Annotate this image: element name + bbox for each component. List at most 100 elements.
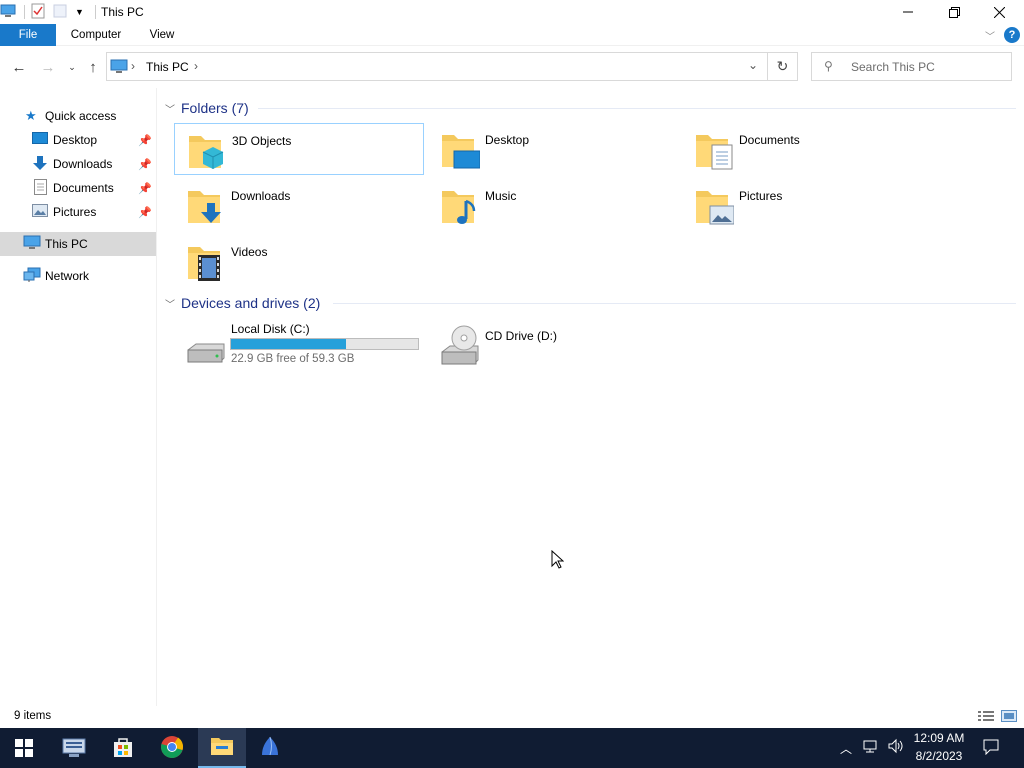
search-icon: ⚲ bbox=[824, 59, 833, 73]
title-bar: ▼ This PC bbox=[0, 0, 1024, 24]
drive-name: CD Drive (D:) bbox=[485, 329, 557, 343]
chrome-icon bbox=[160, 735, 184, 762]
breadcrumb-this-pc[interactable]: This PC bbox=[146, 60, 189, 74]
taskbar-file-explorer[interactable] bbox=[198, 728, 246, 768]
network-icon bbox=[23, 267, 41, 286]
folder-name: Videos bbox=[231, 245, 268, 259]
server-manager-icon bbox=[61, 735, 87, 762]
sidebar-item-label: Quick access bbox=[45, 109, 117, 123]
folder-tile-3d-objects[interactable]: 3D Objects bbox=[174, 123, 424, 175]
drive-usage-bar bbox=[230, 338, 419, 350]
back-arrow-icon[interactable]: ← bbox=[10, 58, 28, 76]
forward-arrow-icon[interactable]: → bbox=[39, 58, 57, 76]
quick-access-toolbar: ▼ bbox=[0, 3, 102, 21]
folder-name: Desktop bbox=[485, 133, 530, 147]
refresh-button[interactable]: ↻ bbox=[768, 52, 798, 81]
sidebar-item-label: Desktop bbox=[53, 133, 98, 147]
pane-divider[interactable] bbox=[156, 88, 157, 706]
sidebar-item-network[interactable]: Network bbox=[0, 264, 156, 288]
folder-tile-documents[interactable]: Documents bbox=[682, 123, 932, 175]
drive-tile-cd-drive-d[interactable]: CD Drive (D:) bbox=[428, 318, 678, 370]
action-center-icon[interactable] bbox=[983, 739, 999, 758]
breadcrumb-chevron-icon[interactable]: › bbox=[194, 59, 198, 73]
chevron-down-icon: ﹀ bbox=[165, 299, 175, 311]
show-hidden-icons-chevron-icon[interactable]: ︿ bbox=[840, 740, 852, 757]
tab-view[interactable]: View bbox=[140, 24, 184, 46]
chevron-down-icon: ﹀ bbox=[165, 104, 175, 116]
drives-group-header[interactable]: ﹀ Devices and drives (2) bbox=[165, 293, 320, 313]
app-icon bbox=[258, 735, 282, 762]
folder-tile-pictures[interactable]: Pictures bbox=[682, 179, 932, 231]
customize-toolbar-icon[interactable]: ▼ bbox=[75, 7, 89, 17]
status-bar: 9 items bbox=[0, 706, 1024, 728]
folder-tile-music[interactable]: Music bbox=[428, 179, 678, 231]
separator bbox=[95, 5, 96, 19]
address-history-dropdown-icon[interactable]: ⌄ bbox=[748, 58, 758, 72]
drive-usage-fill bbox=[231, 339, 346, 349]
item-count: 9 items bbox=[14, 710, 52, 722]
star-icon: ★ bbox=[25, 108, 37, 123]
address-bar[interactable]: › This PC › ⌄ bbox=[106, 52, 768, 81]
windows-logo-icon bbox=[15, 739, 33, 757]
tab-file[interactable]: File bbox=[0, 24, 56, 46]
clock-date[interactable]: 8/2/2023 bbox=[905, 749, 973, 763]
folder-tile-videos[interactable]: Videos bbox=[174, 235, 424, 287]
expand-ribbon-icon[interactable]: ﹀ bbox=[985, 28, 995, 43]
up-arrow-icon[interactable]: ↑ bbox=[84, 58, 102, 76]
large-icons-view-icon[interactable] bbox=[1001, 710, 1017, 725]
folder-name: 3D Objects bbox=[232, 134, 292, 148]
search-box[interactable]: ⚲ Search This PC bbox=[811, 52, 1012, 81]
hard-drive-icon bbox=[182, 324, 226, 368]
computer-icon bbox=[23, 235, 41, 253]
restore-button[interactable] bbox=[931, 0, 977, 24]
store-icon bbox=[111, 735, 135, 762]
sidebar-item-label: Downloads bbox=[53, 157, 113, 171]
drive-name: Local Disk (C:) bbox=[231, 322, 310, 336]
taskbar-store[interactable] bbox=[99, 728, 147, 768]
details-view-icon[interactable] bbox=[978, 710, 994, 725]
folder-tile-desktop[interactable]: Desktop bbox=[428, 123, 678, 175]
minimize-button[interactable] bbox=[885, 0, 931, 24]
taskbar: ︿ bbox=[0, 728, 1024, 768]
taskbar-chrome[interactable] bbox=[148, 728, 196, 768]
divider bbox=[258, 108, 1016, 109]
pin-icon: 📌 bbox=[138, 134, 152, 147]
tab-computer[interactable]: Computer bbox=[62, 24, 130, 46]
pictures-icon bbox=[32, 204, 48, 220]
sidebar-item-pictures[interactable]: Pictures 📌 bbox=[0, 200, 156, 224]
sidebar-item-desktop[interactable]: Desktop 📌 bbox=[0, 128, 156, 152]
sidebar-item-documents[interactable]: Documents 📌 bbox=[0, 176, 156, 200]
document-icon bbox=[34, 178, 47, 198]
separator bbox=[24, 5, 25, 19]
sidebar-item-this-pc[interactable]: This PC bbox=[0, 232, 156, 256]
pictures-folder-icon bbox=[690, 183, 735, 227]
taskbar-app[interactable] bbox=[246, 728, 294, 768]
taskbar-server-manager[interactable] bbox=[50, 728, 98, 768]
drive-free-space: 22.9 GB free of 59.3 GB bbox=[231, 353, 355, 365]
folder-tile-downloads[interactable]: Downloads bbox=[174, 179, 424, 231]
sidebar-item-label: Network bbox=[45, 269, 90, 283]
drive-tile-local-disk-c[interactable]: Local Disk (C:) 22.9 GB free of 59.3 GB bbox=[174, 318, 424, 370]
mouse-cursor-icon bbox=[551, 549, 565, 573]
start-button[interactable] bbox=[0, 728, 48, 768]
computer-icon[interactable] bbox=[0, 4, 18, 21]
sidebar-item-label: Pictures bbox=[53, 205, 97, 219]
computer-icon bbox=[110, 59, 128, 77]
group-title: Devices and drives (2) bbox=[181, 295, 321, 311]
volume-icon[interactable] bbox=[887, 738, 903, 757]
pin-icon: 📌 bbox=[138, 158, 152, 171]
close-button[interactable] bbox=[976, 0, 1022, 24]
folders-group-header[interactable]: ﹀ Folders (7) bbox=[165, 98, 249, 118]
clock-time[interactable]: 12:09 AM bbox=[905, 731, 973, 745]
recent-locations-chevron-icon[interactable]: ⌄ bbox=[63, 58, 81, 76]
help-icon[interactable]: ? bbox=[1004, 27, 1020, 43]
properties-icon[interactable] bbox=[31, 3, 49, 22]
folder-name: Music bbox=[485, 189, 517, 203]
new-folder-icon[interactable] bbox=[53, 3, 71, 22]
breadcrumb-chevron-icon[interactable]: › bbox=[131, 59, 135, 73]
sidebar-item-quick-access[interactable]: ★ Quick access bbox=[0, 104, 156, 128]
folder-name: Pictures bbox=[739, 189, 783, 203]
videos-folder-icon bbox=[182, 239, 226, 283]
sidebar-item-downloads[interactable]: Downloads 📌 bbox=[0, 152, 156, 176]
network-tray-icon[interactable] bbox=[863, 739, 879, 756]
